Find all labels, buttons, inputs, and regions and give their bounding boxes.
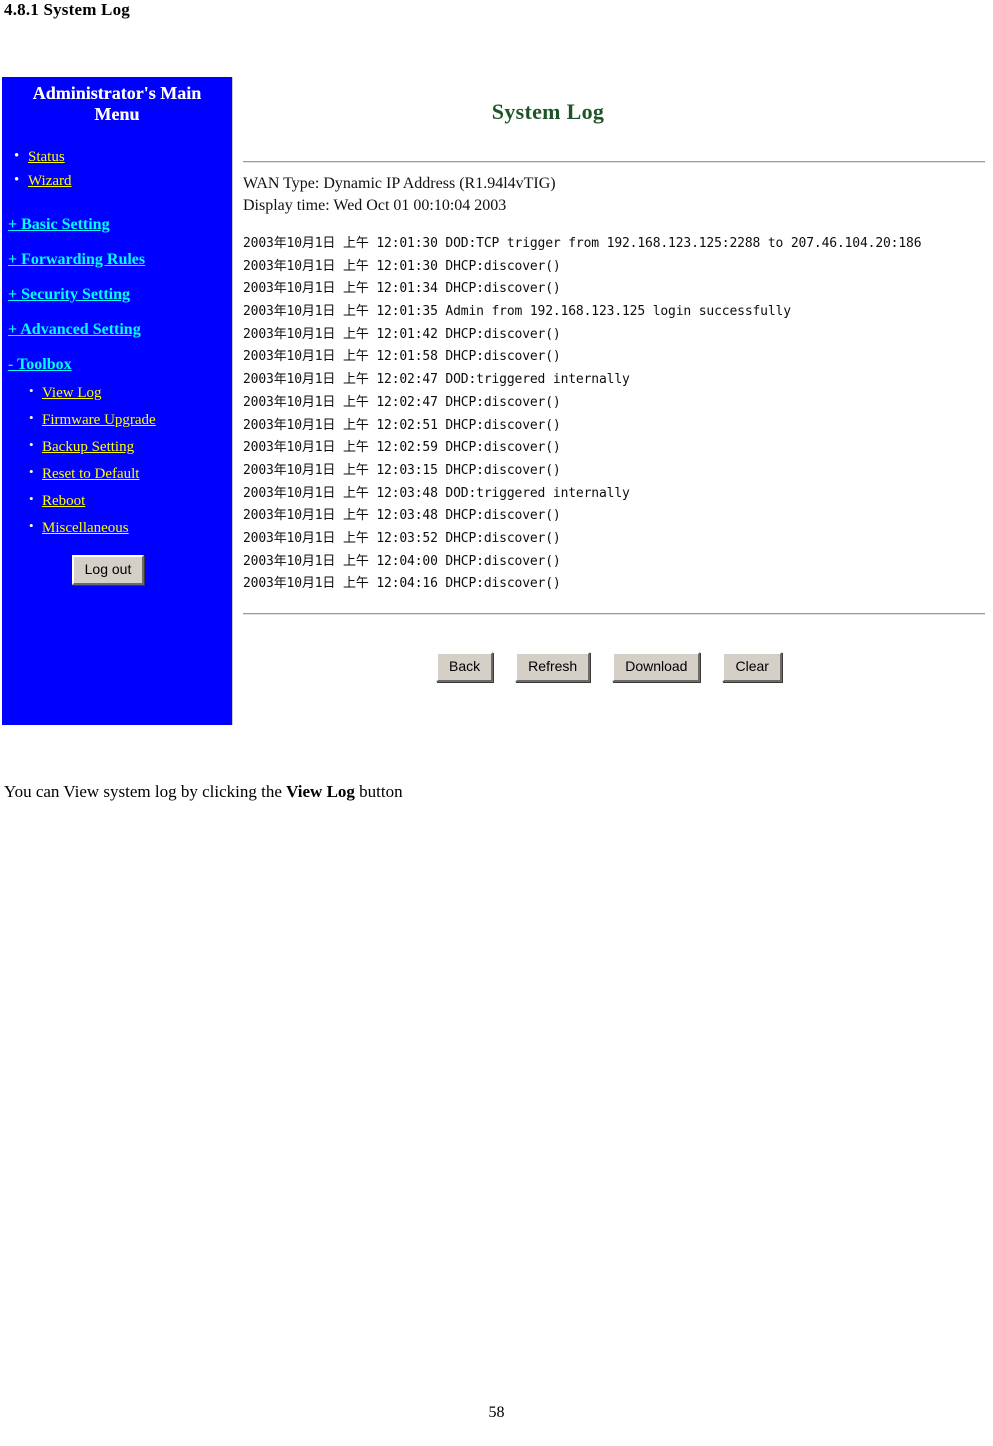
system-log-output: 2003年10月1日 上午 12:01:30 DOD:TCP trigger f… <box>243 233 993 596</box>
sidebar-item-wizard-label[interactable]: Wizard <box>28 173 72 189</box>
sidebar-item-miscellaneous[interactable]: Miscellaneous <box>29 512 232 541</box>
log-line: 2003年10月1日 上午 12:03:48 DHCP:discover() <box>243 508 561 524</box>
section-heading: 4.8.1 System Log <box>4 0 130 19</box>
log-line: 2003年10月1日 上午 12:01:35 Admin from 192.16… <box>243 304 791 320</box>
log-line: 2003年10月1日 上午 12:01:34 DHCP:discover() <box>243 281 561 297</box>
download-button[interactable]: Download <box>612 652 701 682</box>
sidebar-item-view-log[interactable]: View Log <box>29 377 232 406</box>
page-title: System Log <box>491 99 605 124</box>
sidebar-item-toolbox-label[interactable]: - Toolbox <box>8 356 72 373</box>
log-line: 2003年10月1日 上午 12:01:30 DOD:TCP trigger f… <box>243 236 922 251</box>
sidebar-item-forwarding-rules[interactable]: + Forwarding Rules <box>8 250 232 270</box>
logout-button[interactable]: Log out <box>71 555 145 585</box>
display-time-text: Display time: Wed Oct 01 00:10:04 2003 <box>243 197 507 214</box>
sidebar-item-firmware-upgrade-label[interactable]: Firmware Upgrade <box>42 412 156 428</box>
log-line: 2003年10月1日 上午 12:02:51 DHCP:discover() <box>243 417 561 433</box>
divider-top <box>243 161 985 163</box>
sidebar-item-reboot[interactable]: Reboot <box>29 485 232 514</box>
sidebar-title: Administrator's Main Menu <box>32 83 202 124</box>
sidebar-item-reset-to-default[interactable]: Reset to Default <box>29 458 232 487</box>
admin-sidebar: Administrator's Main Menu Status Wizard … <box>2 77 233 725</box>
logout-button-container: Log out <box>2 555 232 585</box>
sidebar-item-reboot-label[interactable]: Reboot <box>42 493 85 509</box>
refresh-button[interactable]: Refresh <box>515 652 591 682</box>
sidebar-item-miscellaneous-label[interactable]: Miscellaneous <box>42 520 129 536</box>
log-line: 2003年10月1日 上午 12:04:00 DHCP:discover() <box>243 553 561 569</box>
page-number: 58 <box>488 1404 505 1421</box>
wan-type-text: WAN Type: Dynamic IP Address (R1.94l4vTI… <box>243 175 556 192</box>
sidebar-primary-list: Status Wizard <box>2 144 232 193</box>
log-line: 2003年10月1日 上午 12:01:42 DHCP:discover() <box>243 326 561 342</box>
caption-text: You can View system log by clicking the … <box>4 782 403 802</box>
sidebar-item-backup-setting[interactable]: Backup Setting <box>29 431 232 460</box>
sidebar-item-security-setting[interactable]: + Security Setting <box>8 285 232 305</box>
log-line: 2003年10月1日 上午 12:01:58 DHCP:discover() <box>243 349 561 365</box>
sidebar-item-basic-setting-label[interactable]: + Basic Setting <box>8 216 110 233</box>
sidebar-toolbox-list: View Log Firmware Upgrade Backup Setting… <box>2 377 232 541</box>
sidebar-item-status[interactable]: Status <box>14 144 232 169</box>
caption-after: button <box>354 782 403 801</box>
back-button[interactable]: Back <box>436 652 494 682</box>
sidebar-item-wizard[interactable]: Wizard <box>14 168 232 193</box>
sidebar-item-advanced-setting[interactable]: + Advanced Setting <box>8 320 232 340</box>
log-line: 2003年10月1日 上午 12:03:52 DHCP:discover() <box>243 530 561 546</box>
sidebar-item-basic-setting[interactable]: + Basic Setting <box>8 215 232 235</box>
action-button-row: Back Refresh Download Clear <box>233 652 993 682</box>
sidebar-item-security-setting-label[interactable]: + Security Setting <box>8 286 130 303</box>
log-line: 2003年10月1日 上午 12:01:30 DHCP:discover() <box>243 258 561 274</box>
log-line: 2003年10月1日 上午 12:04:16 DHCP:discover() <box>243 576 561 592</box>
log-line: 2003年10月1日 上午 12:02:59 DHCP:discover() <box>243 440 561 456</box>
caption-bold: View Log <box>286 782 355 801</box>
log-line: 2003年10月1日 上午 12:02:47 DHCP:discover() <box>243 394 561 410</box>
clear-button[interactable]: Clear <box>722 652 782 682</box>
sidebar-item-forwarding-rules-label[interactable]: + Forwarding Rules <box>8 251 145 268</box>
sidebar-item-reset-to-default-label[interactable]: Reset to Default <box>42 466 139 482</box>
log-line: 2003年10月1日 上午 12:03:48 DOD:triggered int… <box>243 485 630 501</box>
sidebar-item-advanced-setting-label[interactable]: + Advanced Setting <box>8 321 141 338</box>
caption-before: You can View system log by clicking the <box>4 782 287 801</box>
divider-bottom <box>243 613 985 615</box>
log-line: 2003年10月1日 上午 12:03:15 DHCP:discover() <box>243 462 561 478</box>
sidebar-item-toolbox[interactable]: - Toolbox <box>8 355 232 375</box>
embedded-screenshot: Administrator's Main Menu Status Wizard … <box>0 77 993 727</box>
log-line: 2003年10月1日 上午 12:02:47 DOD:triggered int… <box>243 372 630 388</box>
sidebar-item-backup-setting-label[interactable]: Backup Setting <box>42 439 134 455</box>
sidebar-item-view-log-label[interactable]: View Log <box>42 385 102 401</box>
sidebar-item-firmware-upgrade[interactable]: Firmware Upgrade <box>29 404 232 433</box>
sidebar-item-status-label[interactable]: Status <box>28 149 65 165</box>
main-content: System Log WAN Type: Dynamic IP Address … <box>233 77 993 725</box>
